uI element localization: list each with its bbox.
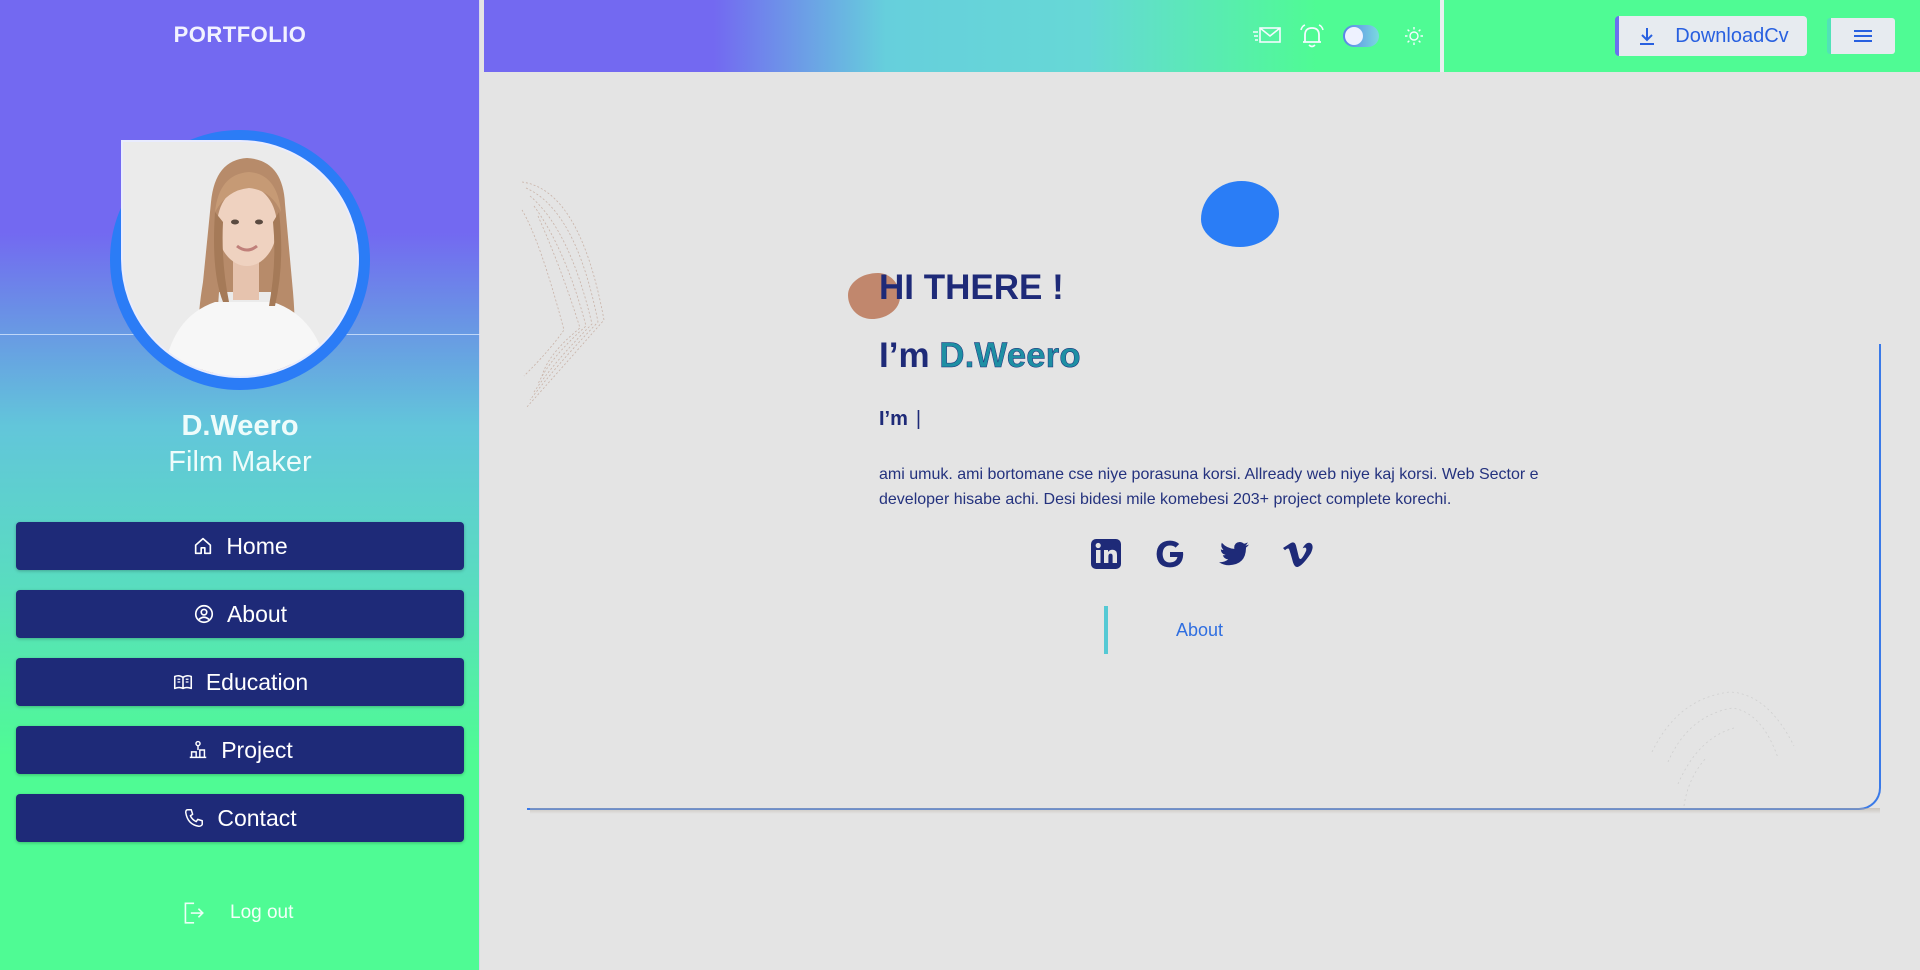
top-bar: DownloadCv	[484, 0, 1920, 72]
profile-role: Film Maker	[168, 446, 312, 478]
nav-about-button[interactable]: About	[16, 590, 464, 638]
nav-education-button[interactable]: Education	[16, 658, 464, 706]
typing-prefix: I’m	[879, 408, 908, 430]
hamburger-menu-icon	[1854, 30, 1872, 42]
download-cv-label: DownloadCv	[1675, 24, 1789, 47]
social-links	[1088, 536, 1316, 572]
logout-icon	[184, 902, 204, 924]
avatar	[121, 140, 359, 378]
sun-icon[interactable]	[1404, 26, 1424, 51]
hero-intro-prefix: I’m	[879, 336, 940, 375]
hero-greeting: HI THERE !	[879, 268, 1064, 307]
hero-card-border	[527, 344, 1881, 810]
hero-card-shadow	[530, 808, 1880, 814]
sidebar-nav: Home About Education Project Contact	[16, 522, 464, 862]
typing-caret: |	[915, 408, 922, 430]
typing-text: I’m |	[879, 408, 921, 431]
google-icon[interactable]	[1152, 536, 1188, 572]
hamburger-menu-button[interactable]	[1827, 18, 1895, 54]
linkedin-icon[interactable]	[1088, 536, 1124, 572]
project-icon	[189, 740, 207, 759]
about-link[interactable]: About	[1176, 620, 1223, 641]
vimeo-icon[interactable]	[1280, 536, 1316, 572]
about-link-container: About	[1104, 606, 1223, 654]
decorative-blob-blue	[1201, 181, 1279, 247]
profile-avatar	[110, 130, 370, 390]
mail-icon[interactable]	[1251, 22, 1283, 55]
sidebar: PORTFOLIO D.Weero Film Maker Home About …	[0, 0, 480, 970]
logout-label: Log out	[230, 902, 294, 923]
download-icon	[1640, 28, 1655, 45]
nav-project-button[interactable]: Project	[16, 726, 464, 774]
nav-contact-button[interactable]: Contact	[16, 794, 464, 842]
user-circle-icon	[194, 604, 214, 624]
theme-toggle[interactable]	[1343, 25, 1379, 47]
bell-icon[interactable]	[1298, 22, 1326, 55]
book-icon	[173, 674, 192, 690]
nav-home-button[interactable]: Home	[16, 522, 464, 570]
topbar-divider	[1440, 0, 1444, 72]
twitter-icon[interactable]	[1216, 536, 1252, 572]
download-cv-button[interactable]: DownloadCv	[1615, 16, 1807, 56]
theme-toggle-knob	[1345, 27, 1363, 45]
nav-about-label: About	[226, 600, 288, 627]
brand-title: PORTFOLIO	[173, 22, 307, 47]
avatar-portrait-image	[123, 142, 357, 376]
logout-button[interactable]: Log out	[180, 900, 293, 926]
phone-icon	[185, 809, 204, 827]
nav-project-label: Project	[221, 736, 293, 763]
profile-name: D.Weero	[181, 410, 299, 442]
home-icon	[195, 537, 212, 555]
nav-education-label: Education	[205, 668, 309, 695]
nav-contact-label: Contact	[217, 804, 297, 831]
hero-bio: ami umuk. ami bortomane cse niye porasun…	[879, 466, 1539, 508]
hero-intro: I’m D.Weero	[879, 336, 1081, 376]
hero-intro-name: D.Weero	[939, 336, 1081, 376]
nav-home-label: Home	[226, 532, 288, 559]
